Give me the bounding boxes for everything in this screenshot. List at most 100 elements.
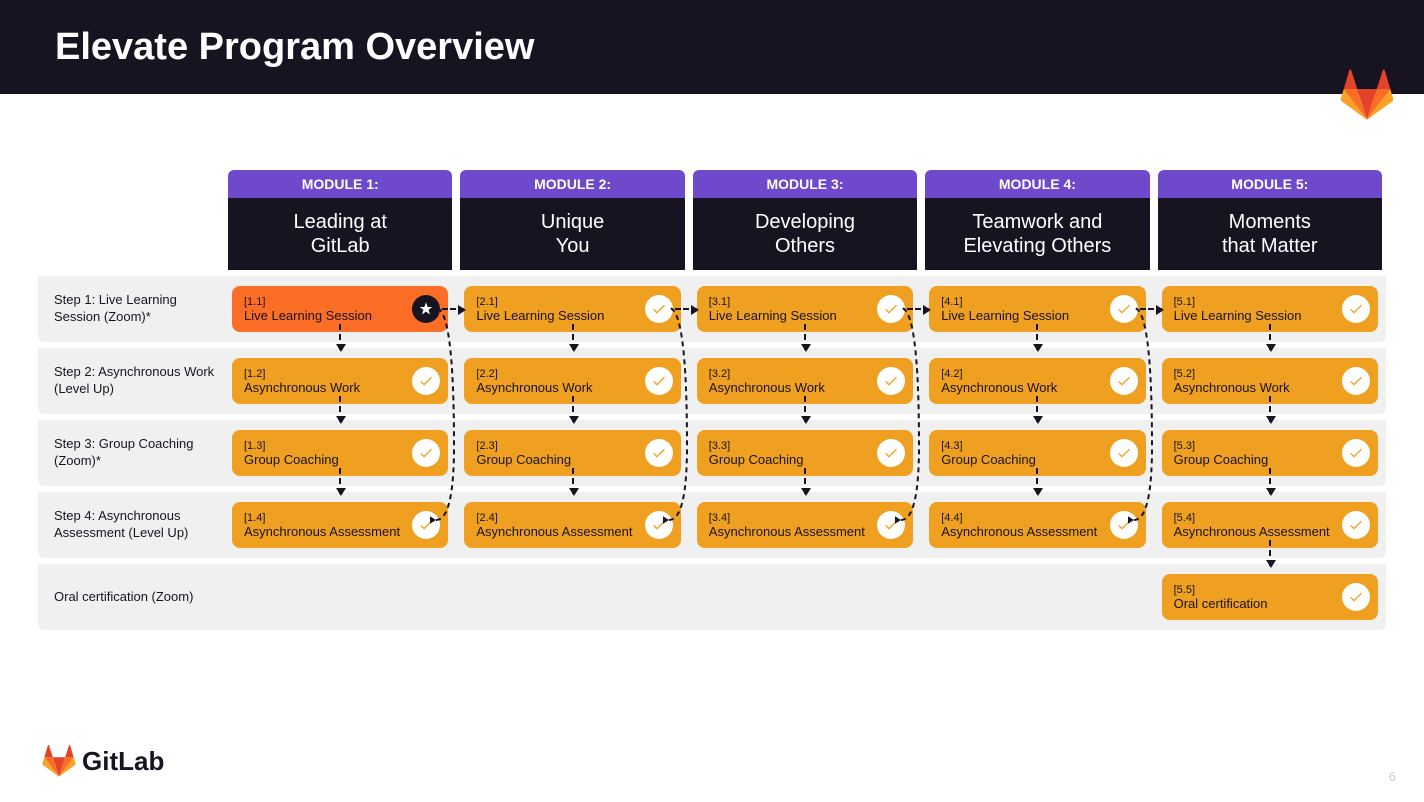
step-pill[interactable]: [2.3]Group Coaching	[464, 430, 680, 476]
header-bar: Elevate Program Overview	[0, 0, 1424, 94]
module-title: Teamwork and Elevating Others	[925, 198, 1149, 270]
step-code: [3.4]	[709, 512, 901, 524]
check-icon	[645, 295, 673, 323]
step-pill[interactable]: [5.4]Asynchronous Assessment	[1162, 502, 1378, 548]
step-pill[interactable]: [3.2]Asynchronous Work	[697, 358, 913, 404]
step-pill[interactable]: [5.3]Group Coaching	[1162, 430, 1378, 476]
check-icon	[1110, 439, 1138, 467]
step-pill[interactable]: [3.3]Group Coaching	[697, 430, 913, 476]
step-code: [5.4]	[1174, 512, 1366, 524]
step-title: Group Coaching	[244, 452, 436, 467]
module-header-1: MODULE 1:Leading at GitLab	[224, 170, 456, 270]
module-label: MODULE 5:	[1158, 170, 1382, 198]
step-title: Asynchronous Assessment	[244, 524, 436, 539]
step-code: [4.3]	[941, 440, 1133, 452]
step-title: Live Learning Session	[1174, 308, 1366, 323]
step-label-4: Step 4: Asynchronous Assessment (Level U…	[38, 486, 224, 558]
cell-r1-c3: [4.2]Asynchronous Work	[921, 342, 1153, 414]
cell-r0-c2: [3.1]Live Learning Session	[689, 270, 921, 342]
check-icon	[1342, 511, 1370, 539]
step-title: Asynchronous Work	[1174, 380, 1366, 395]
step-pill[interactable]: [4.2]Asynchronous Work	[929, 358, 1145, 404]
step-code: [5.3]	[1174, 440, 1366, 452]
step-code: [5.2]	[1174, 368, 1366, 380]
step-pill[interactable]: [1.4]Asynchronous Assessment	[232, 502, 448, 548]
check-icon	[877, 439, 905, 467]
step-title: Asynchronous Work	[941, 380, 1133, 395]
cell-r3-c0: [1.4]Asynchronous Assessment	[224, 486, 456, 558]
cell-r2-c3: [4.3]Group Coaching	[921, 414, 1153, 486]
step-code: [1.3]	[244, 440, 436, 452]
step-title: Asynchronous Assessment	[709, 524, 901, 539]
step-pill[interactable]: [1.3]Group Coaching	[232, 430, 448, 476]
cell-r4-c1	[456, 558, 688, 630]
module-header-5: MODULE 5:Moments that Matter	[1154, 170, 1386, 270]
step-code: [2.3]	[476, 440, 668, 452]
step-title: Asynchronous Assessment	[1174, 524, 1366, 539]
check-icon	[412, 511, 440, 539]
check-icon	[412, 439, 440, 467]
cell-r3-c1: [2.4]Asynchronous Assessment	[456, 486, 688, 558]
check-icon	[1342, 295, 1370, 323]
step-pill[interactable]: [5.1]Live Learning Session	[1162, 286, 1378, 332]
step-pill[interactable]: [4.3]Group Coaching	[929, 430, 1145, 476]
check-icon	[1110, 511, 1138, 539]
module-header-2: MODULE 2:Unique You	[456, 170, 688, 270]
cell-r1-c1: [2.2]Asynchronous Work	[456, 342, 688, 414]
check-icon	[645, 439, 673, 467]
step-title: Live Learning Session	[709, 308, 901, 323]
check-icon	[877, 511, 905, 539]
module-label: MODULE 3:	[693, 170, 917, 198]
cell-r4-c3	[921, 558, 1153, 630]
step-label-1: Step 1: Live Learning Session (Zoom)*	[38, 270, 224, 342]
step-code: [3.1]	[709, 296, 901, 308]
gitlab-logo-icon	[1340, 68, 1394, 127]
step-title: Live Learning Session	[941, 308, 1133, 323]
check-icon	[1110, 295, 1138, 323]
step-pill[interactable]: [2.2]Asynchronous Work	[464, 358, 680, 404]
step-pill[interactable]: [3.4]Asynchronous Assessment	[697, 502, 913, 548]
module-title: Unique You	[460, 198, 684, 270]
gitlab-footer-logo: GitLab	[42, 744, 164, 778]
cell-r2-c1: [2.3]Group Coaching	[456, 414, 688, 486]
step-title: Oral certification	[1174, 596, 1366, 611]
cell-r1-c0: [1.2]Asynchronous Work	[224, 342, 456, 414]
cell-r3-c2: [3.4]Asynchronous Assessment	[689, 486, 921, 558]
step-title: Group Coaching	[476, 452, 668, 467]
check-icon	[645, 367, 673, 395]
step-pill[interactable]: [5.5]Oral certification	[1162, 574, 1378, 620]
cell-r2-c2: [3.3]Group Coaching	[689, 414, 921, 486]
step-pill[interactable]: [1.2]Asynchronous Work	[232, 358, 448, 404]
step-pill[interactable]: [2.4]Asynchronous Assessment	[464, 502, 680, 548]
step-title: Live Learning Session	[244, 308, 436, 323]
step-code: [1.1]	[244, 296, 436, 308]
check-icon	[1342, 583, 1370, 611]
step-label-3: Step 3: Group Coaching (Zoom)*	[38, 414, 224, 486]
cell-r3-c3: [4.4]Asynchronous Assessment	[921, 486, 1153, 558]
step-code: [3.2]	[709, 368, 901, 380]
cell-r0-c0: [1.1]Live Learning Session	[224, 270, 456, 342]
step-pill[interactable]: [3.1]Live Learning Session	[697, 286, 913, 332]
module-title: Leading at GitLab	[228, 198, 452, 270]
cell-r4-c0	[224, 558, 456, 630]
step-label-5: Oral certification (Zoom)	[38, 558, 224, 630]
step-pill[interactable]: [2.1]Live Learning Session	[464, 286, 680, 332]
check-icon	[412, 367, 440, 395]
cell-r0-c3: [4.1]Live Learning Session	[921, 270, 1153, 342]
check-icon	[645, 511, 673, 539]
module-header-4: MODULE 4:Teamwork and Elevating Others	[921, 170, 1153, 270]
step-code: [5.1]	[1174, 296, 1366, 308]
page-title: Elevate Program Overview	[55, 26, 534, 69]
step-pill[interactable]: [4.1]Live Learning Session	[929, 286, 1145, 332]
page-number: 6	[1389, 769, 1396, 784]
check-icon	[1342, 439, 1370, 467]
step-pill[interactable]: [1.1]Live Learning Session	[232, 286, 448, 332]
cell-r0-c1: [2.1]Live Learning Session	[456, 270, 688, 342]
step-code: [2.4]	[476, 512, 668, 524]
module-title: Developing Others	[693, 198, 917, 270]
module-title: Moments that Matter	[1158, 198, 1382, 270]
module-label: MODULE 1:	[228, 170, 452, 198]
step-title: Asynchronous Work	[476, 380, 668, 395]
step-pill[interactable]: [4.4]Asynchronous Assessment	[929, 502, 1145, 548]
step-pill[interactable]: [5.2]Asynchronous Work	[1162, 358, 1378, 404]
